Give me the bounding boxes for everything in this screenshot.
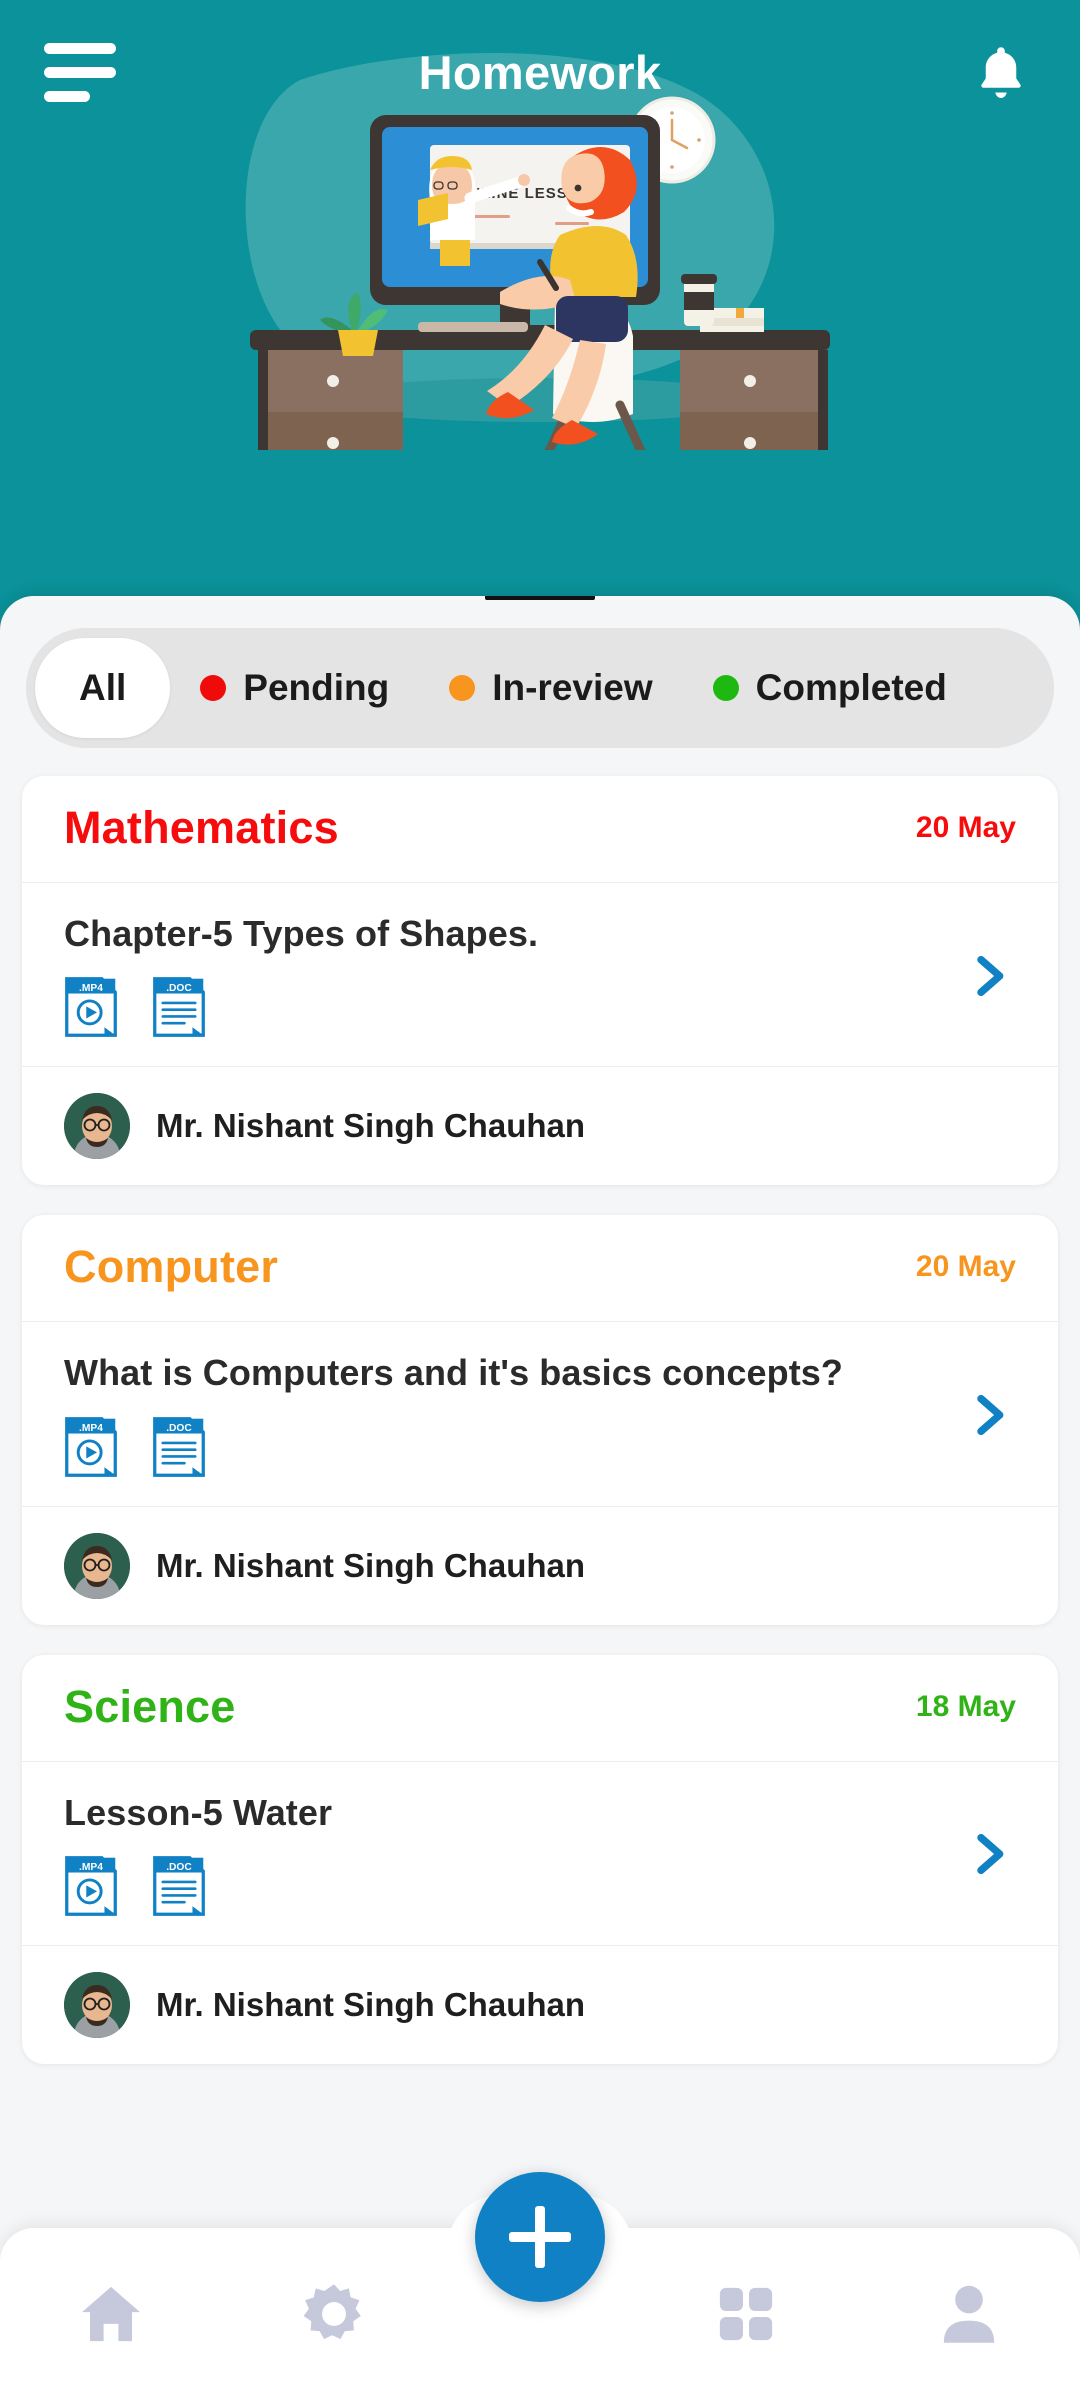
- video-file-icon[interactable]: .MP4: [64, 1855, 118, 1917]
- nav-settings[interactable]: [223, 2228, 446, 2400]
- status-filter-tabs: All Pending In-review Completed: [26, 628, 1054, 748]
- card-body[interactable]: Chapter-5 Types of Shapes. .MP4 .DOC: [22, 883, 1058, 1068]
- filter-chip-all[interactable]: All: [35, 638, 171, 738]
- add-homework-fab[interactable]: [475, 2172, 605, 2302]
- due-date: 20 May: [915, 811, 1016, 844]
- home-icon: [82, 2286, 141, 2342]
- card-header: Science 18 May: [22, 1655, 1058, 1762]
- app-bar: Homework: [0, 0, 1080, 145]
- document-file-icon[interactable]: .DOC: [152, 1855, 206, 1917]
- avatar: [64, 1972, 130, 2039]
- document-file-icon[interactable]: .DOC: [152, 976, 206, 1038]
- card-body[interactable]: Lesson-5 Water .MP4 .DOC: [22, 1762, 1058, 1947]
- notification-bell-icon[interactable]: [966, 38, 1036, 108]
- nav-dashboard[interactable]: [635, 2228, 858, 2400]
- app-header: ONLINE LESSONS Homework: [0, 0, 1080, 600]
- hamburger-menu-icon[interactable]: [44, 43, 116, 103]
- chevron-right-icon[interactable]: [960, 1826, 1016, 1882]
- video-file-icon[interactable]: .MP4: [64, 976, 118, 1038]
- card-body[interactable]: What is Computers and it's basics concep…: [22, 1322, 1058, 1507]
- card-header: Mathematics 20 May: [22, 776, 1058, 883]
- attachment-list: .MP4 .DOC: [64, 976, 940, 1038]
- due-date: 20 May: [915, 1250, 1016, 1284]
- video-file-icon[interactable]: .MP4: [64, 1416, 118, 1478]
- subject-name: Science: [64, 1680, 236, 1732]
- card-footer: Mr. Nishant Singh Chauhan: [22, 1067, 1058, 1185]
- avatar: [64, 1093, 130, 1160]
- attachment-list: .MP4 .DOC: [64, 1416, 940, 1478]
- plus-icon-vertical: [535, 2206, 545, 2268]
- status-dot-in-review: [449, 675, 476, 701]
- teacher-name: Mr. Nishant Singh Chauhan: [156, 1546, 586, 1584]
- svg-text:.DOC: .DOC: [166, 1423, 192, 1434]
- filter-label: Completed: [755, 667, 947, 708]
- homework-title: Lesson-5 Water: [64, 1791, 333, 1833]
- svg-text:.MP4: .MP4: [79, 1862, 103, 1873]
- due-date: 18 May: [915, 1689, 1016, 1723]
- sheet-drag-handle[interactable]: [485, 596, 595, 600]
- phone-screen: ONLINE LESSONS Homework All Pending In-r…: [0, 0, 1080, 2400]
- nav-profile[interactable]: [858, 2228, 1080, 2400]
- homework-card[interactable]: Science 18 May Lesson-5 Water .MP4 .DOC …: [22, 1654, 1058, 2065]
- subject-name: Computer: [64, 1241, 279, 1293]
- homework-card[interactable]: Mathematics 20 May Chapter-5 Types of Sh…: [22, 776, 1058, 1186]
- homework-card-list: Mathematics 20 May Chapter-5 Types of Sh…: [0, 776, 1080, 2400]
- card-footer: Mr. Nishant Singh Chauhan: [22, 1946, 1058, 2064]
- document-file-icon[interactable]: .DOC: [152, 1416, 206, 1478]
- svg-text:.MP4: .MP4: [79, 983, 103, 994]
- content-sheet: All Pending In-review Completed Mathemat…: [0, 596, 1080, 2400]
- filter-label: All: [79, 667, 127, 708]
- homework-title: What is Computers and it's basics concep…: [64, 1352, 844, 1394]
- svg-text:.DOC: .DOC: [166, 1862, 192, 1873]
- filter-chip-pending[interactable]: Pending: [170, 638, 419, 738]
- page-title: Homework: [418, 46, 662, 99]
- subject-name: Mathematics: [64, 802, 339, 853]
- card-footer: Mr. Nishant Singh Chauhan: [22, 1507, 1058, 1625]
- homework-card[interactable]: Computer 20 May What is Computers and it…: [22, 1215, 1058, 1625]
- filter-chip-completed[interactable]: Completed: [683, 638, 977, 738]
- person-icon: [943, 2285, 994, 2343]
- teacher-name: Mr. Nishant Singh Chauhan: [156, 1107, 586, 1145]
- grid-icon: [720, 2287, 773, 2341]
- gear-icon: [303, 2284, 361, 2340]
- avatar: [64, 1532, 130, 1599]
- homework-title: Chapter-5 Types of Shapes.: [64, 913, 539, 954]
- card-header: Computer 20 May: [22, 1215, 1058, 1323]
- attachment-list: .MP4 .DOC: [64, 1855, 940, 1917]
- status-dot-pending: [200, 675, 227, 701]
- svg-text:.MP4: .MP4: [79, 1423, 103, 1434]
- svg-text:.DOC: .DOC: [166, 983, 192, 994]
- filter-chip-in-review[interactable]: In-review: [419, 638, 682, 738]
- chevron-right-icon[interactable]: [960, 1387, 1016, 1443]
- teacher-name: Mr. Nishant Singh Chauhan: [156, 1986, 586, 2024]
- nav-home[interactable]: [0, 2228, 223, 2400]
- chevron-right-icon[interactable]: [960, 948, 1016, 1004]
- filter-label: Pending: [243, 667, 390, 708]
- filter-label: In-review: [492, 667, 653, 708]
- status-dot-completed: [712, 675, 739, 701]
